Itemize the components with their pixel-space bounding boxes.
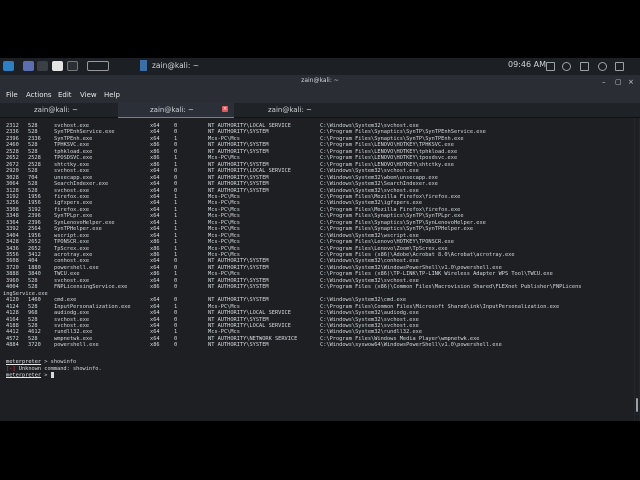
process-cell: x86 [150,342,160,349]
menu-view[interactable]: View [80,91,97,99]
process-cell: 0 [174,284,178,291]
window-titlebar[interactable]: zain@kali: ~ – ▢ × [0,75,640,88]
maximize-icon[interactable]: ▢ [615,78,622,86]
tab-2[interactable]: zain@kali: ~ × [118,103,234,119]
process-cell: NT AUTHORITY\SYSTEM [208,342,269,349]
menu-help[interactable]: Help [104,91,120,99]
terminal-window: zain@kali: ~ – ▢ × File Actions Edit Vie… [0,75,640,421]
user-icon[interactable] [615,62,624,71]
prompt-suffix: > [41,359,51,366]
tab-3[interactable]: zain@kali: ~ [234,103,352,117]
terminal-launcher-icon[interactable] [67,61,78,71]
browser-icon[interactable] [87,61,109,71]
process-cell: powershell.exe [54,342,99,349]
taskbar-terminal-title[interactable]: zain@kali: ~ [152,61,199,70]
top-panel: zain@kali: ~ 09:46 AM [0,58,640,76]
process-cell: x86 [150,284,160,291]
close-icon[interactable]: × [628,78,634,86]
tab-label: zain@kali: ~ [150,106,194,114]
error-marker: [-] [6,365,16,372]
workspace-2-icon[interactable] [37,61,48,71]
text-cursor [50,371,54,378]
process-cell: NT AUTHORITY\SYSTEM [208,284,269,291]
tab-label: zain@kali: ~ [34,106,78,114]
tab-label: zain@kali: ~ [268,106,312,114]
process-cell: 3720 [28,342,41,349]
menu-bar: File Actions Edit View Help [0,88,640,103]
process-cell: 0 [174,342,178,349]
error-message: Unknown command: showinfo. [15,365,102,372]
meterpreter-prompt: meterpreter [6,372,42,379]
active-task-indicator[interactable] [140,60,147,71]
clock: 09:46 AM [508,60,546,69]
tab-bar: zain@kali: ~ zain@kali: ~ × zain@kali: ~ [0,103,640,119]
process-cell: C:\Program Files (x86)\Common Files\Macr… [320,284,582,291]
network-icon[interactable] [562,62,571,71]
menu-actions[interactable]: Actions [26,91,52,99]
minimize-icon[interactable]: – [602,78,606,86]
process-cell: FNPLicensingService.exe [54,284,128,291]
volume-icon[interactable] [580,62,589,71]
scrollbar[interactable] [635,118,639,421]
prompt-suffix: > [41,372,51,379]
window-title: zain@kali: ~ [301,77,339,84]
screen-icon[interactable] [546,62,555,71]
kali-menu-icon[interactable] [3,61,14,71]
terminal-output[interactable]: 2312 528 svchost.exe x64 0 NT AUTHORITY\LOCAL… [0,118,634,421]
power-icon[interactable] [598,62,607,71]
menu-edit[interactable]: Edit [58,91,72,99]
entered-command: showinfo [50,359,77,366]
process-cell: 4884 [6,342,19,349]
workspace-1-icon[interactable] [23,61,34,71]
process-cell: C:\Windows\syswow64\WindowsPowerShell\v1… [320,342,502,349]
tab-1[interactable]: zain@kali: ~ [0,103,118,117]
meterpreter-prompt: meterpreter [6,359,42,366]
menu-file[interactable]: File [6,91,18,99]
file-manager-icon[interactable] [52,61,63,71]
input-line[interactable]: meterpreter > [6,371,54,379]
tab-close-icon[interactable]: × [222,106,228,112]
scrollbar-thumb[interactable] [636,398,638,412]
